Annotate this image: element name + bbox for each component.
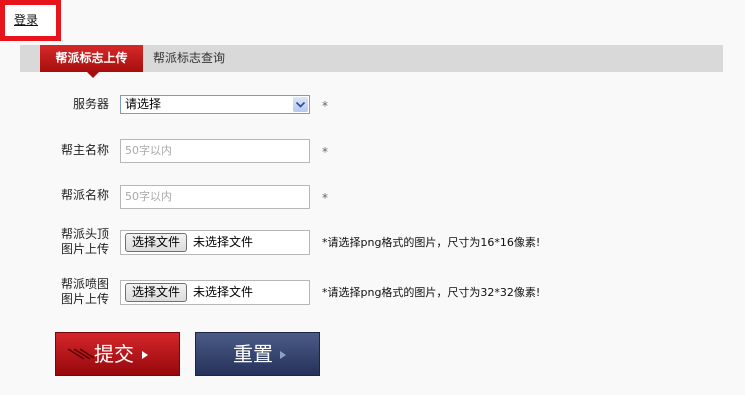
arrow-right-icon (280, 351, 286, 359)
reset-button[interactable]: 重置 (195, 332, 320, 376)
slash-decoration-icon (67, 348, 94, 360)
head-image-hint: *请选择png格式的图片，尺寸为16*16像素! (322, 236, 541, 249)
head-image-file-status: 未选择文件 (193, 235, 254, 249)
chevron-down-icon[interactable] (293, 97, 308, 112)
leader-name-input[interactable]: 50字以内 (120, 139, 310, 163)
arrow-right-icon (142, 351, 148, 359)
server-label: 服务器 (73, 97, 110, 111)
spray-image-choose-file-button[interactable]: 选择文件 (125, 283, 187, 302)
spray-image-label-line2: 图片上传 (61, 292, 110, 306)
guild-name-input[interactable]: 50字以内 (120, 185, 310, 209)
head-image-choose-file-button[interactable]: 选择文件 (125, 233, 187, 252)
required-mark: * (322, 145, 328, 159)
required-mark: * (322, 99, 328, 113)
server-select-value: 请选择 (125, 97, 162, 111)
spray-image-label-line1: 帮派喷图 (61, 277, 110, 291)
spray-image-file-input[interactable]: 选择文件 未选择文件 (120, 280, 310, 305)
server-select[interactable]: 请选择 (120, 95, 310, 114)
head-image-label-line1: 帮派头顶 (61, 227, 110, 241)
reset-label: 重置 (233, 342, 273, 366)
spray-image-file-status: 未选择文件 (193, 285, 254, 299)
submit-label: 提交 (94, 342, 134, 366)
submit-button[interactable]: 提交 (55, 332, 180, 376)
required-mark: * (322, 191, 328, 205)
guild-name-label: 帮派名称 (61, 188, 110, 202)
head-image-file-input[interactable]: 选择文件 未选择文件 (120, 230, 310, 255)
guild-name-placeholder: 50字以内 (125, 190, 172, 203)
tab-logo-query[interactable]: 帮派标志查询 (153, 45, 225, 72)
tab-logo-upload[interactable]: 帮派标志上传 (40, 45, 143, 78)
head-image-label-line2: 图片上传 (61, 242, 110, 256)
leader-name-label: 帮主名称 (61, 143, 110, 157)
leader-name-placeholder: 50字以内 (125, 144, 172, 157)
spray-image-hint: *请选择png格式的图片，尺寸为32*32像素! (322, 286, 541, 299)
login-link[interactable]: 登录 (14, 11, 38, 28)
tab-bar: 帮派标志上传 帮派标志查询 (20, 45, 723, 78)
